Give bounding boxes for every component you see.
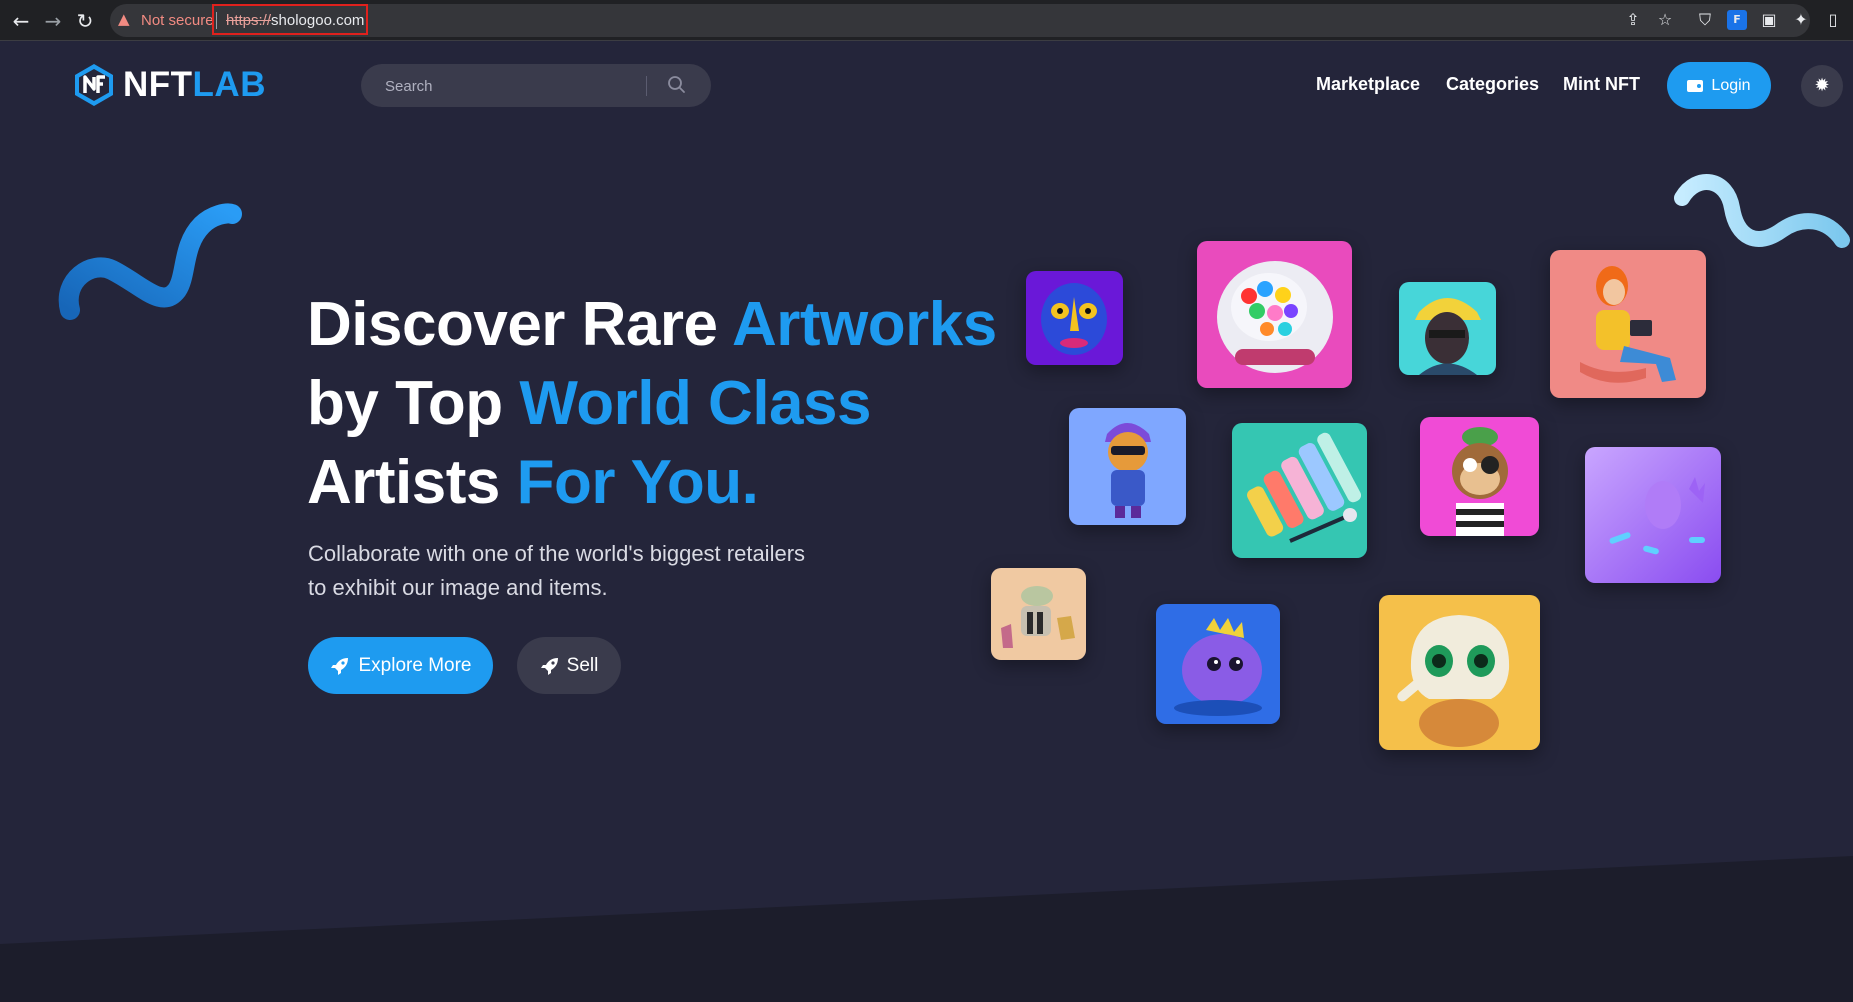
- back-icon[interactable]: ←: [8, 8, 34, 34]
- hero-title-text: Discover Rare: [307, 290, 732, 359]
- hero-subtitle-line-1: Collaborate with one of the world's bigg…: [308, 541, 806, 566]
- hero-title-line-3: Artists For You.: [307, 443, 1007, 522]
- hero-title-line-1: Discover Rare Artworks: [307, 285, 1007, 364]
- sidebar-icon[interactable]: ▯: [1823, 10, 1843, 30]
- nav-categories[interactable]: Categories: [1446, 74, 1539, 95]
- nft-tile-xylophone[interactable]: [1232, 423, 1367, 558]
- nav-mint-nft[interactable]: Mint NFT: [1563, 74, 1640, 95]
- extension-icon[interactable]: F: [1727, 10, 1747, 30]
- search-input[interactable]: [385, 76, 635, 96]
- puzzle-icon[interactable]: ✦: [1791, 10, 1811, 30]
- nft-art-reading-girl: [1550, 250, 1706, 398]
- forward-icon[interactable]: →: [40, 8, 66, 34]
- url-text[interactable]: https://shologoo.com: [226, 12, 364, 29]
- nft-art-skull-creature: [1379, 595, 1540, 750]
- nft-tile-gumball-helmet[interactable]: [1197, 241, 1352, 388]
- nft-art-gumball-helmet: [1197, 241, 1352, 388]
- rocket-icon: [540, 657, 558, 675]
- wallet-icon: [1687, 79, 1704, 92]
- share-icon[interactable]: ⇪: [1623, 10, 1643, 30]
- site-logo[interactable]: NFTLAB: [71, 62, 266, 108]
- nft-tile-bear[interactable]: [1069, 408, 1186, 525]
- explore-more-label: Explore More: [358, 654, 472, 676]
- nft-art-desert-scene: [991, 568, 1086, 660]
- sell-button[interactable]: Sell: [517, 637, 621, 694]
- hero-title-text: Artists: [307, 448, 517, 517]
- hero-title-line-2: by Top World Class: [307, 364, 1007, 443]
- nft-tile-blue-face[interactable]: [1026, 271, 1123, 365]
- logo-text-nft: NFT: [123, 65, 193, 104]
- hero-title: Discover Rare Artworks by Top World Clas…: [307, 285, 1007, 522]
- nft-tile-hat-portrait[interactable]: [1399, 282, 1496, 375]
- hero-subtitle: Collaborate with one of the world's bigg…: [308, 537, 848, 605]
- nft-art-purple-dino: [1156, 604, 1280, 724]
- sell-label: Sell: [566, 654, 599, 676]
- hero-title-highlight: For You.: [516, 448, 759, 517]
- star-icon[interactable]: ☆: [1655, 10, 1675, 30]
- search-divider: [646, 76, 647, 96]
- rocket-icon: [330, 657, 348, 675]
- gear-icon[interactable]: ✹: [1801, 65, 1843, 107]
- nft-tile-purple-dino[interactable]: [1156, 604, 1280, 724]
- nav-marketplace[interactable]: Marketplace: [1316, 74, 1420, 95]
- nft-art-hat-portrait: [1399, 282, 1496, 375]
- logo-text: NFTLAB: [123, 65, 266, 105]
- logo-hex-icon: [75, 64, 113, 106]
- login-button[interactable]: Login: [1667, 62, 1771, 109]
- search-box: [361, 64, 711, 107]
- warning-icon[interactable]: ▲: [118, 11, 134, 27]
- nft-art-blue-face: [1026, 271, 1123, 365]
- nft-tile-reading-girl[interactable]: [1550, 250, 1706, 398]
- hero-subtitle-line-2: to exhibit our image and items.: [308, 575, 608, 600]
- nft-art-purple-figure: [1585, 447, 1721, 583]
- login-label: Login: [1711, 76, 1751, 94]
- nft-tile-purple-figure[interactable]: [1585, 447, 1721, 583]
- url-scheme: https://: [226, 12, 272, 29]
- explore-more-button[interactable]: Explore More: [308, 637, 493, 694]
- nft-art-xylophone: [1232, 423, 1367, 558]
- hero-title-highlight: World Class: [519, 369, 871, 438]
- url-host: shologoo.com: [271, 12, 365, 29]
- logo-text-lab: LAB: [192, 65, 266, 104]
- nft-art-monkey: [1420, 417, 1539, 536]
- blue-squiggle-left: [58, 203, 242, 320]
- search-icon[interactable]: [666, 74, 688, 96]
- nft-tile-skull-creature[interactable]: [1379, 595, 1540, 750]
- nft-tile-desert-scene[interactable]: [991, 568, 1086, 660]
- browser-toolbar: ← → ↻ ▲ Not secure https://shologoo.com …: [0, 0, 1853, 41]
- shield-extension-icon[interactable]: ⛉: [1695, 10, 1715, 30]
- hero-title-text: by Top: [307, 369, 520, 438]
- nft-art-bear: [1069, 408, 1186, 525]
- security-label[interactable]: Not secure: [141, 12, 214, 29]
- nft-tile-monkey[interactable]: [1420, 417, 1539, 536]
- hero-title-highlight: Artworks: [731, 290, 997, 359]
- window-extension-icon[interactable]: ▣: [1759, 10, 1779, 30]
- reload-icon[interactable]: ↻: [72, 8, 98, 34]
